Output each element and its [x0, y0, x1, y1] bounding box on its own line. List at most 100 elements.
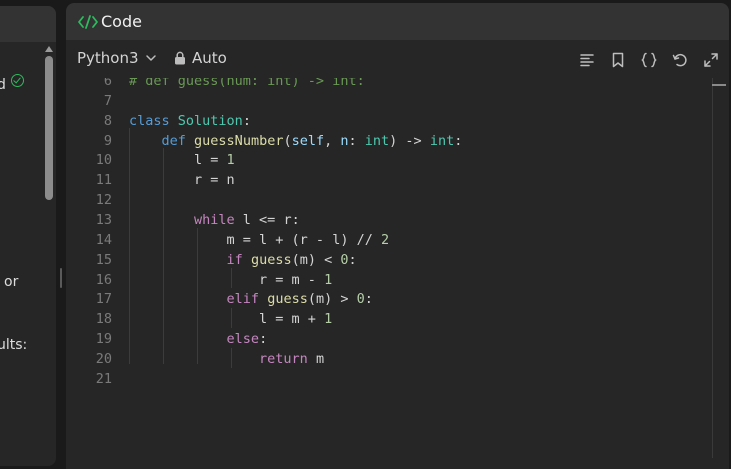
- code-token: Solution: [177, 112, 243, 129]
- code-token: :: [242, 112, 251, 129]
- line-code: while l <= r:: [129, 210, 300, 230]
- code-line[interactable]: 19 else:: [66, 329, 706, 349]
- line-number: 12: [95, 192, 112, 209]
- description-panel-header: [0, 6, 56, 42]
- code-token: m: [307, 350, 325, 367]
- chevron-down-icon: [145, 55, 156, 61]
- scroll-up-arrow-icon[interactable]: [45, 46, 53, 52]
- code-token: ) ->: [389, 132, 430, 149]
- code-token: guess: [267, 291, 308, 308]
- code-token: def: [161, 132, 186, 149]
- code-token: 2: [380, 231, 390, 248]
- line-code: def guessNumber(self, n: int) -> int:: [129, 131, 463, 151]
- braces-icon[interactable]: [640, 51, 658, 69]
- code-line[interactable]: 6 # def guess(num: int) -> int:: [66, 78, 706, 91]
- bookmark-icon[interactable]: [609, 51, 627, 69]
- code-token: if: [226, 251, 243, 268]
- code-line[interactable]: 12: [66, 190, 706, 210]
- line-code: l = 1: [129, 150, 235, 170]
- code-token: while: [194, 211, 235, 228]
- code-line[interactable]: 10 l = 1: [66, 150, 706, 170]
- code-line[interactable]: 13 while l <= r:: [66, 210, 706, 230]
- code-token: 0: [356, 291, 365, 308]
- line-code: class Solution:: [129, 111, 251, 131]
- code-line[interactable]: 15 if guess(m) < 0:: [66, 250, 706, 270]
- code-token: # def guess(num: int) -> int:: [129, 78, 365, 89]
- code-token: elif: [226, 291, 260, 308]
- line-number: 7: [103, 92, 112, 109]
- code-token: m = l + (r - l) //: [129, 231, 381, 248]
- line-number: 14: [95, 231, 112, 248]
- code-line[interactable]: 11 r = n: [66, 170, 706, 190]
- code-token: :: [348, 132, 365, 149]
- description-fragment-3: ults:: [0, 337, 28, 353]
- code-token: n: [340, 132, 349, 149]
- code-token: ,: [324, 132, 341, 149]
- editor-scrollbar-marker: [712, 84, 726, 86]
- code-editor[interactable]: 6 # def guess(num: int) -> int: 7 8 class So…: [66, 78, 729, 469]
- auto-mode-toggle[interactable]: Auto: [174, 49, 227, 67]
- line-code: m = l + (r - l) // 2: [129, 230, 390, 250]
- description-scrollbar-thumb[interactable]: [45, 56, 53, 200]
- code-line[interactable]: 16 r = m - 1: [66, 270, 706, 290]
- description-fragment-1: d: [0, 77, 6, 93]
- line-number: 13: [95, 211, 112, 228]
- code-token: 1: [324, 271, 333, 288]
- code-token: guess: [250, 251, 292, 268]
- code-token: return: [259, 350, 308, 367]
- line-number: 16: [95, 271, 112, 288]
- code-line[interactable]: 20 return m: [66, 349, 706, 369]
- reset-icon[interactable]: [671, 51, 689, 69]
- editor-scrollbar[interactable]: [712, 78, 713, 458]
- code-token: :: [348, 251, 357, 268]
- code-token: l <= r:: [234, 211, 300, 228]
- lock-icon: [175, 51, 185, 65]
- check-circle-icon: [11, 74, 24, 87]
- description-fragment-2: or: [4, 274, 19, 290]
- code-panel-header: Code: [66, 3, 729, 40]
- language-select[interactable]: Python3: [77, 49, 157, 67]
- code-brackets-icon: [78, 15, 98, 29]
- code-token: :: [454, 132, 463, 149]
- code-line[interactable]: 7: [66, 91, 706, 111]
- code-token: :: [364, 291, 373, 308]
- line-number: 8: [103, 112, 112, 129]
- line-code: return m: [129, 349, 324, 369]
- code-line[interactable]: 9 def guessNumber(self, n: int) -> int:: [66, 131, 706, 151]
- line-number: 19: [95, 331, 112, 348]
- code-token: (: [283, 132, 292, 149]
- format-icon[interactable]: [578, 51, 596, 69]
- line-number: 17: [95, 291, 112, 308]
- code-line[interactable]: 21: [66, 369, 706, 389]
- line-code: else:: [129, 329, 268, 349]
- code-panel: Code Python3 Auto 6 # def guess(num: int…: [66, 3, 729, 469]
- code-token: l =: [129, 152, 227, 169]
- code-token: (m) <: [291, 251, 341, 268]
- code-token: int: [364, 132, 390, 149]
- line-number: 15: [95, 251, 112, 268]
- code-token: l = m +: [129, 311, 325, 328]
- code-line[interactable]: 8 class Solution:: [66, 111, 706, 131]
- code-token: class: [129, 112, 170, 129]
- code-line[interactable]: 14 m = l + (r - l) // 2: [66, 230, 706, 250]
- line-code: elif guess(m) > 0:: [129, 289, 373, 309]
- code-panel-title: Code: [101, 12, 142, 31]
- line-number: 11: [95, 172, 112, 189]
- expand-icon[interactable]: [702, 51, 720, 69]
- line-code: # def guess(num: int) -> int:: [129, 78, 365, 91]
- code-token: 0: [340, 251, 349, 268]
- code-line[interactable]: 17 elif guess(m) > 0:: [66, 289, 706, 309]
- panel-resize-handle[interactable]: [60, 268, 62, 288]
- code-line[interactable]: 18 l = m + 1: [66, 309, 706, 329]
- code-token: (m) >: [307, 291, 357, 308]
